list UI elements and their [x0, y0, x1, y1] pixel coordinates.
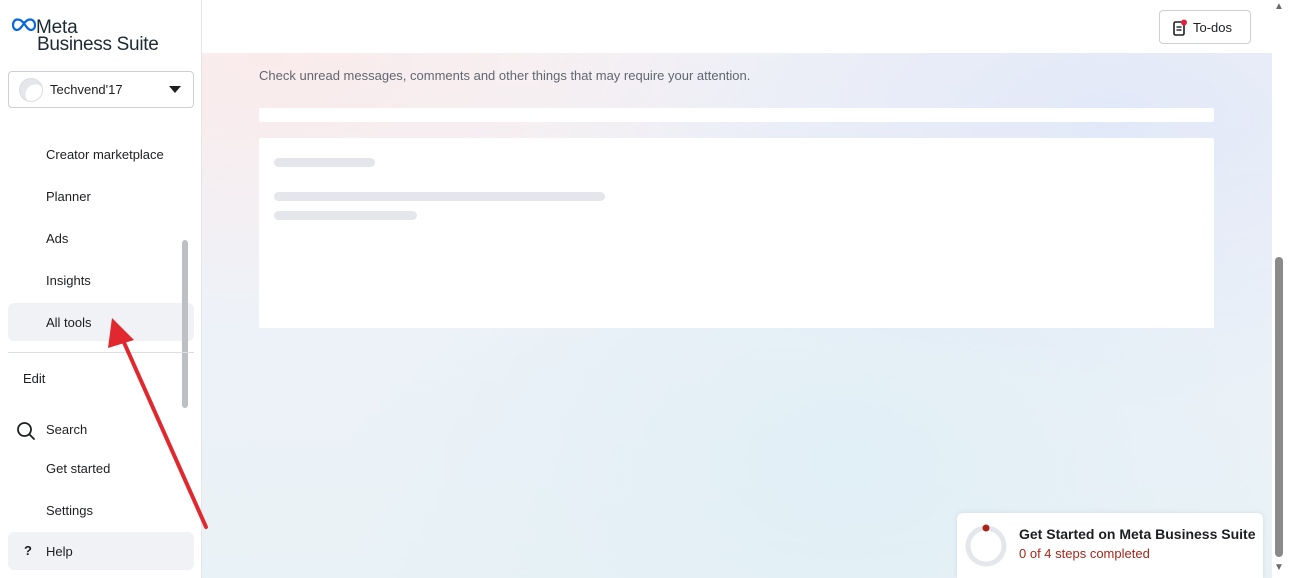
- account-switcher[interactable]: Techvend'17: [8, 71, 194, 108]
- window-scrollbar[interactable]: ▲ ▼: [1272, 0, 1287, 578]
- sidebar-item-label: Settings: [46, 503, 93, 518]
- sidebar-item-label: All tools: [46, 315, 92, 330]
- todos-button[interactable]: To-dos: [1159, 10, 1251, 44]
- sidebar-edit-button[interactable]: Edit: [8, 359, 194, 397]
- sidebar-item-label: Creator marketplace: [46, 147, 164, 162]
- scroll-up-icon[interactable]: ▲: [1274, 2, 1284, 12]
- sidebar-item-label: Help: [46, 544, 73, 559]
- get-started-progress: 0 of 4 steps completed: [1019, 546, 1150, 561]
- question-mark-icon: ?: [24, 543, 32, 558]
- sidebar-item-label: Edit: [23, 371, 46, 386]
- progress-ring-icon: [965, 524, 1007, 567]
- sidebar-item-settings[interactable]: Settings: [8, 491, 194, 529]
- sidebar-item-all-tools[interactable]: All tools: [8, 303, 194, 341]
- account-name: Techvend'17: [50, 82, 123, 97]
- top-bar: To-dos: [202, 0, 1272, 53]
- clipboard-notification-icon: [1173, 19, 1187, 36]
- sidebar-item-label: Planner: [46, 189, 91, 204]
- sidebar-item-help[interactable]: ? Help: [8, 532, 194, 570]
- meta-infinity-icon: [12, 18, 36, 32]
- sidebar-item-insights[interactable]: Insights: [8, 261, 194, 299]
- sidebar-item-label: Get started: [46, 461, 111, 476]
- meta-business-suite-logo[interactable]: Meta Business Suite: [12, 17, 172, 57]
- sidebar-item-get-started[interactable]: Get started: [8, 449, 194, 487]
- sidebar-item-creator-marketplace[interactable]: Creator marketplace: [8, 135, 194, 173]
- get-started-widget[interactable]: Get Started on Meta Business Suite 0 of …: [957, 513, 1263, 578]
- loading-placeholder-bar: [259, 108, 1214, 122]
- sidebar: Meta Business Suite Techvend'17 Creator …: [0, 0, 202, 578]
- skeleton-line: [274, 192, 605, 201]
- sidebar-item-label: Search: [46, 422, 88, 437]
- todos-label: To-dos: [1193, 20, 1233, 35]
- skeleton-line: [274, 211, 417, 220]
- account-avatar: [19, 78, 43, 102]
- caret-down-icon: [169, 86, 181, 93]
- page-subtitle: Check unread messages, comments and othe…: [259, 68, 751, 83]
- search-icon: [17, 422, 35, 440]
- sidebar-item-ads[interactable]: Ads: [8, 219, 194, 257]
- sidebar-item-search[interactable]: Search: [8, 410, 194, 448]
- sidebar-divider: [8, 352, 194, 353]
- scroll-down-icon[interactable]: ▼: [1274, 563, 1284, 573]
- skeleton-line: [274, 158, 375, 167]
- sidebar-item-planner[interactable]: Planner: [8, 177, 194, 215]
- sidebar-item-label: Insights: [46, 273, 91, 288]
- window-scrollbar-thumb[interactable]: [1275, 257, 1283, 557]
- main-content: To-dos Check unread messages, comments a…: [202, 0, 1272, 578]
- loading-placeholder-card: [259, 138, 1214, 328]
- get-started-title: Get Started on Meta Business Suite: [1019, 526, 1256, 542]
- sidebar-item-label: Ads: [46, 231, 69, 246]
- logo-business-suite-text: Business Suite: [37, 34, 159, 55]
